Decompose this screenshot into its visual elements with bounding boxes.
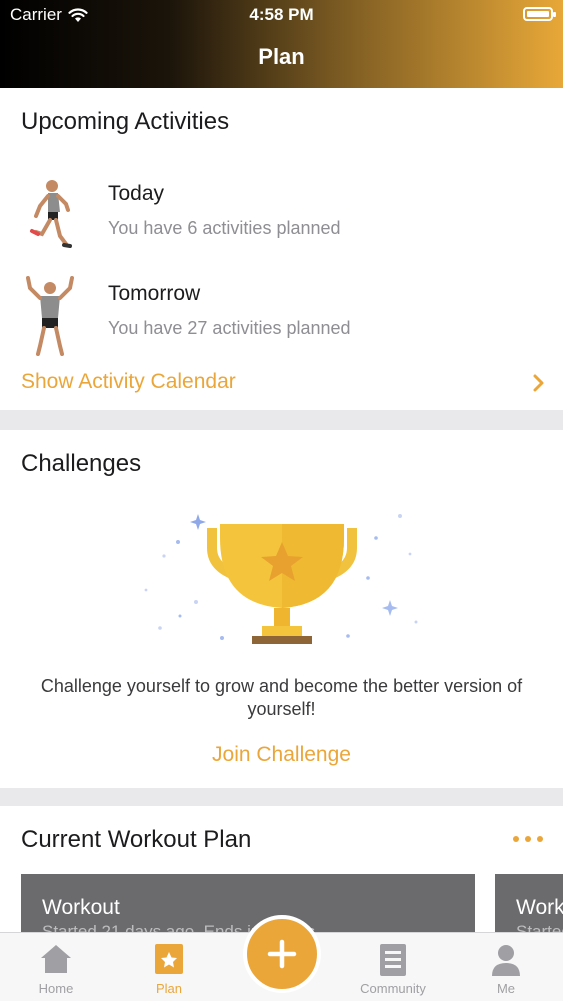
chevron-right-icon (533, 374, 544, 392)
workout-tile-title: Workout (42, 896, 120, 919)
status-bar: Carrier 4:58 PM (0, 0, 563, 30)
challenges-card: Challenges Challenge yourself to grow an… (0, 430, 563, 788)
activity-label: Today (108, 182, 165, 205)
tab-community[interactable]: Community (348, 933, 438, 1001)
activity-row-tomorrow[interactable]: Tomorrow You have 27 activities planned (0, 276, 563, 366)
activity-subtitle: You have 6 activities planned (108, 218, 341, 238)
activity-row-today[interactable]: Today You have 6 activities planned (0, 176, 563, 266)
tab-label: Home (38, 981, 74, 996)
add-button[interactable] (243, 915, 321, 993)
challenges-title: Challenges (21, 450, 142, 477)
tab-label: Community (360, 981, 426, 996)
activity-subtitle: You have 27 activities planned (108, 318, 351, 338)
tab-home[interactable]: Home (11, 933, 101, 1001)
tab-me[interactable]: Me (461, 933, 551, 1001)
workout-tile-title: Workout (516, 896, 563, 919)
show-activity-calendar-link[interactable]: Show Activity Calendar (0, 366, 563, 400)
battery-icon (523, 7, 556, 21)
more-options-icon[interactable] (513, 836, 543, 842)
community-icon (380, 944, 406, 976)
calendar-link-label: Show Activity Calendar (21, 370, 236, 393)
home-icon (41, 945, 71, 973)
plus-icon (267, 939, 297, 969)
tab-label: Me (496, 981, 516, 996)
tab-label: Plan (155, 981, 183, 996)
tab-plan[interactable]: Plan (124, 933, 214, 1001)
clock: 4:58 PM (249, 5, 314, 24)
runner-avatar-icon (30, 180, 72, 248)
join-challenge-button[interactable]: Join Challenge (0, 743, 563, 767)
page-title: Plan (258, 44, 305, 69)
header: Carrier 4:58 PM Plan (0, 0, 563, 88)
challenge-description: Challenge yourself to grow and become th… (40, 676, 523, 719)
activity-label: Tomorrow (108, 282, 201, 305)
plan-star-icon (155, 944, 183, 974)
upcoming-activities-title: Upcoming Activities (21, 108, 230, 135)
workout-plan-title: Current Workout Plan (21, 826, 252, 853)
upcoming-activities-card: Upcoming Activities Today You have 6 act… (0, 88, 563, 410)
jumping-jack-avatar-icon (26, 276, 74, 356)
trophy-illustration-icon (144, 514, 418, 644)
profile-icon (492, 945, 520, 976)
